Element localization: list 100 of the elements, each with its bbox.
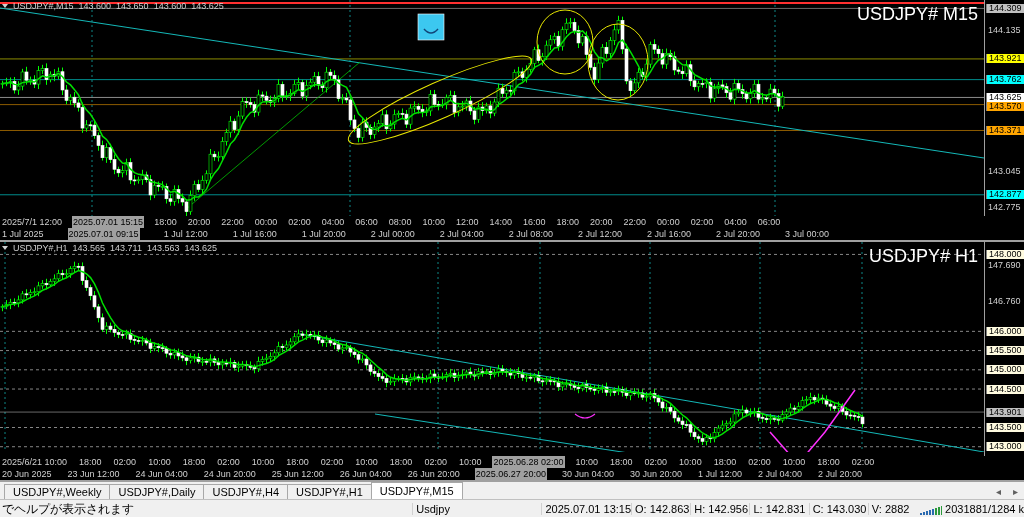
time-label: 04:00	[723, 216, 748, 229]
time-label: 2025.07.01 15:15	[72, 216, 145, 229]
time-label: 00:00	[656, 216, 681, 229]
price-tag: 145.500	[986, 346, 1024, 356]
collapse-icon[interactable]	[2, 246, 8, 251]
time-label: 2 Jul 04:00	[757, 468, 804, 481]
open-price: O: 142.863	[631, 502, 691, 515]
chart-symbol: USDJPY#,H1	[13, 243, 68, 254]
time-label: 10:00	[354, 456, 379, 469]
time-label: 02:00	[216, 456, 241, 469]
time-label: 2 Jul 20:00	[715, 228, 762, 241]
chart-tab[interactable]: USDJPY#,Weekly	[4, 484, 111, 500]
time-label: 2 Jul 16:00	[645, 228, 692, 241]
time-label: 23 Jun 12:00	[66, 468, 121, 481]
collapse-icon[interactable]	[2, 4, 8, 8]
time-label: 10:00	[421, 216, 446, 229]
time-label: 20 Jun 2025	[1, 468, 53, 481]
time-label: 2025.06.27 20:00	[474, 468, 547, 481]
time-label: 10:00	[574, 456, 600, 469]
ellipse-annotation	[536, 9, 594, 75]
time-label: 2025.06.28 02:00	[492, 456, 565, 469]
time-label: 2 Jul 20:00	[817, 468, 864, 481]
time-label: 18:00	[712, 456, 738, 469]
time-label: 02:00	[319, 456, 345, 469]
price-tag: 145.000	[986, 365, 1024, 375]
time-label: 10:00	[457, 456, 483, 469]
time-label: 1 Jul 2025	[1, 228, 45, 241]
time-label: 2025/6/21 10:00	[1, 456, 69, 469]
price-tag: 142.877	[986, 190, 1024, 200]
time-label: 2 Jul 08:00	[507, 228, 554, 241]
time-label: 2 Jul 00:00	[369, 228, 416, 241]
time-label: 02:00	[112, 456, 138, 469]
price-tag: 144.500	[986, 384, 1024, 394]
time-label: 20:00	[589, 216, 614, 229]
time-label: 12:00	[454, 216, 480, 229]
time-label: 02:00	[423, 456, 448, 469]
price-value: 143.565	[72, 243, 106, 254]
time-label: 10:00	[250, 456, 276, 469]
chart-tab[interactable]: USDJPY#,H1	[287, 484, 372, 500]
time-label: 22:00	[220, 216, 245, 229]
time-label: 16:00	[522, 216, 547, 229]
time-label: 1 Jul 12:00	[697, 468, 744, 481]
price-value: 143.711	[110, 243, 142, 254]
time-label: 3 Jul 00:00	[784, 228, 831, 241]
price-tag: 143.921	[986, 54, 1024, 64]
time-label: 18:00	[388, 456, 414, 469]
bar-time: 2025.07.01 13:15	[541, 502, 632, 515]
high-price: H: 142.956	[690, 502, 750, 515]
price-tick: 144.135	[988, 24, 1021, 36]
time-label: 2 Jul 04:00	[438, 228, 485, 241]
price-value: 143.600	[153, 1, 187, 11]
time-label: 25 Jun 12:00	[270, 468, 325, 481]
price-tag: 143.500	[986, 423, 1024, 433]
chart-tab[interactable]: USDJPY#,Daily	[109, 484, 205, 500]
time-label: 18:00	[555, 216, 581, 229]
time-label: 18:00	[609, 456, 634, 469]
time-label: 30 Jun 20:00	[628, 468, 683, 481]
price-tag: 143.371	[986, 126, 1024, 135]
help-text: でヘルプが表示されます	[1, 501, 135, 516]
price-tick: 146.760	[988, 295, 1021, 307]
time-label: 24 Jun 20:00	[202, 468, 257, 481]
time-label: 02:00	[643, 456, 669, 469]
price-tag: 143.762	[986, 75, 1024, 85]
traffic-text: 2031881/1284 k	[945, 502, 1024, 515]
time-label: 2025/7/1 12:00	[1, 216, 64, 229]
chart-tab[interactable]: USDJPY#,H4	[203, 484, 289, 500]
time-label: 02:00	[747, 456, 772, 469]
time-label: 10:00	[678, 456, 703, 469]
price-tag: 143.000	[986, 442, 1024, 452]
price-tag: 148.000	[986, 250, 1024, 259]
chart-symbol: USDJPY#,M15	[13, 1, 74, 11]
price-tag: 146.000	[986, 326, 1024, 336]
chart-title: USDJPY# M15	[856, 4, 978, 25]
time-label: 02:00	[850, 456, 876, 469]
price-tick: 147.690	[988, 259, 1021, 271]
time-label: 10:00	[147, 456, 172, 469]
close-price: C: 143.030	[808, 502, 868, 515]
time-label: 18:00	[181, 456, 207, 469]
time-label: 02:00	[689, 216, 715, 229]
time-label: 24 Jun 04:00	[134, 468, 189, 481]
smile-icon	[417, 13, 445, 41]
time-label: 1 Jul 16:00	[231, 228, 278, 241]
price-value: 143.563	[146, 243, 180, 254]
time-label: 18:00	[153, 216, 178, 229]
time-label: 08:00	[387, 216, 413, 229]
price-tag: 143.625	[986, 92, 1024, 102]
time-label: 14:00	[488, 216, 513, 229]
price-tag: 143.570	[986, 101, 1024, 111]
chart-tab[interactable]: USDJPY#,M15	[370, 482, 463, 500]
time-label: 06:00	[354, 216, 379, 229]
volume: V: 2882	[867, 502, 916, 515]
time-label: 02:00	[287, 216, 312, 229]
price-value: 143.600	[78, 1, 112, 11]
time-label: 26 Jun 20:00	[406, 468, 461, 481]
time-label: 18:00	[78, 456, 103, 469]
time-label: 22:00	[622, 216, 648, 229]
time-label: 06:00	[756, 216, 782, 229]
time-label: 26 Jun 04:00	[338, 468, 393, 481]
time-label: 10:00	[781, 456, 807, 469]
price-tag: 143.901	[986, 407, 1024, 417]
